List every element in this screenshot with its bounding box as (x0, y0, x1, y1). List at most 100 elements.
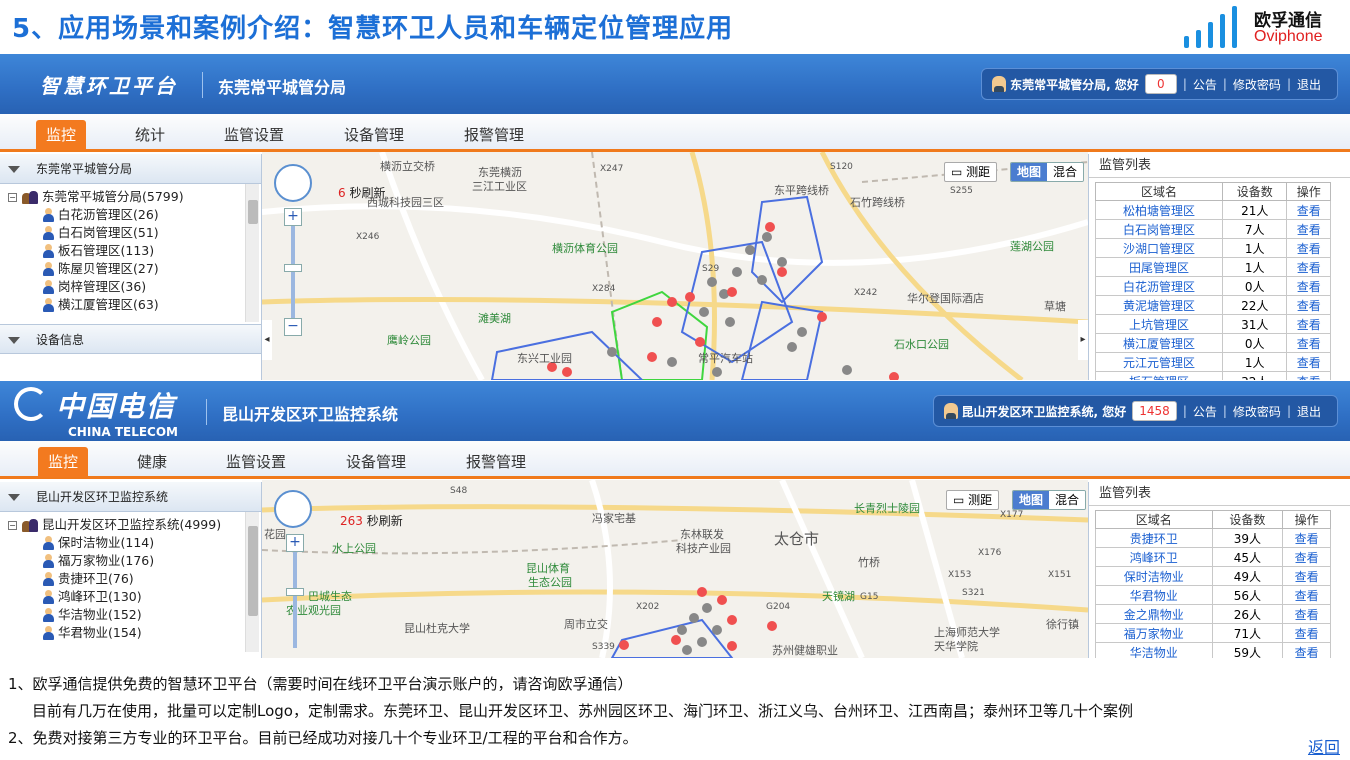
zone-link[interactable]: 贵捷环卫 (1130, 532, 1178, 546)
zone-cell[interactable]: 白石岗管理区 (1094, 219, 1224, 239)
action-cell[interactable]: 查看 (1286, 200, 1331, 220)
zone-link[interactable]: 元江元管理区 (1123, 356, 1195, 370)
collapse-icon[interactable]: − (8, 520, 17, 530)
zone-link[interactable]: 保时洁物业 (1124, 570, 1184, 584)
zone-link[interactable]: 金之鼎物业 (1124, 608, 1184, 622)
tab-statistics[interactable]: 统计 (120, 120, 180, 150)
zone-cell[interactable]: 横江厦管理区 (1094, 333, 1224, 353)
zone-link[interactable]: 上坑管理区 (1129, 318, 1189, 332)
action-cell[interactable]: 查看 (1286, 295, 1331, 315)
tab-health[interactable]: 健康 (122, 447, 182, 477)
tree-item[interactable]: 陈屋贝管理区(27) (8, 260, 261, 278)
map-type-hybrid[interactable]: 混合 (1047, 163, 1084, 181)
tree-root[interactable]: − 昆山开发区环卫监控系统(4999) (8, 516, 261, 534)
action-cell[interactable]: 查看 (1282, 566, 1331, 586)
zone-link[interactable]: 华洁物业 (1130, 646, 1178, 659)
view-link[interactable]: 查看 (1297, 223, 1321, 237)
tab-alarm-management[interactable]: 报警管理 (454, 120, 534, 150)
zone-cell[interactable]: 鸿峰环卫 (1095, 547, 1213, 567)
view-link[interactable]: 查看 (1295, 532, 1319, 546)
tree-header[interactable]: 东莞常平城管分局 (0, 154, 261, 184)
action-cell[interactable]: 查看 (1286, 352, 1331, 372)
zone-link[interactable]: 松柏塘管理区 (1123, 204, 1195, 218)
zone-cell[interactable]: 贵捷环卫 (1095, 528, 1213, 548)
tab-device-management[interactable]: 设备管理 (336, 447, 416, 477)
view-link[interactable]: 查看 (1297, 280, 1321, 294)
zone-link[interactable]: 沙湖口管理区 (1123, 242, 1195, 256)
view-link[interactable]: 查看 (1297, 204, 1321, 218)
action-cell[interactable]: 查看 (1282, 528, 1331, 548)
notice-link[interactable]: 公告 (1193, 403, 1217, 420)
view-link[interactable]: 查看 (1297, 318, 1321, 332)
logout-link[interactable]: 退出 (1297, 403, 1321, 420)
zone-cell[interactable]: 白花沥管理区 (1094, 276, 1224, 296)
alarm-count[interactable]: 1458 (1132, 401, 1177, 421)
tree-item[interactable]: 华君物业(154) (8, 624, 261, 642)
change-password-link[interactable]: 修改密码 (1233, 403, 1281, 420)
zone-link[interactable]: 黄泥塘管理区 (1123, 299, 1195, 313)
zone-cell[interactable]: 松柏塘管理区 (1094, 200, 1224, 220)
tab-monitor[interactable]: 监控 (38, 447, 88, 477)
collapse-icon[interactable]: − (8, 192, 17, 202)
zoom-out-button[interactable]: − (284, 318, 302, 336)
logout-link[interactable]: 退出 (1297, 76, 1321, 93)
map-type-map[interactable]: 地图 (1011, 163, 1048, 181)
zone-link[interactable]: 鸿峰环卫 (1130, 551, 1178, 565)
zoom-in-button[interactable]: + (284, 208, 302, 226)
pan-control-icon[interactable] (274, 164, 312, 202)
tree-item[interactable]: 白石岗管理区(51) (8, 224, 261, 242)
action-cell[interactable]: 查看 (1282, 604, 1331, 624)
tree-header[interactable]: 昆山开发区环卫监控系统 (0, 482, 261, 512)
action-cell[interactable]: 查看 (1286, 238, 1331, 258)
action-cell[interactable]: 查看 (1286, 257, 1331, 277)
view-link[interactable]: 查看 (1297, 242, 1321, 256)
zone-link[interactable]: 田尾管理区 (1129, 261, 1189, 275)
view-link[interactable]: 查看 (1297, 261, 1321, 275)
view-link[interactable]: 查看 (1297, 299, 1321, 313)
map-view[interactable]: 横沥立交桥 东莞横沥 三江工业区 西城科技园三区 东平跨线桥 石竹跨线桥 横沥体… (262, 152, 1088, 380)
zone-cell[interactable]: 元江元管理区 (1094, 352, 1224, 372)
tree-item[interactable]: 白花沥管理区(26) (8, 206, 261, 224)
action-cell[interactable]: 查看 (1286, 276, 1331, 296)
zone-link[interactable]: 白花沥管理区 (1123, 280, 1195, 294)
zone-link[interactable]: 华君物业 (1130, 589, 1178, 603)
action-cell[interactable]: 查看 (1282, 642, 1331, 658)
zone-cell[interactable]: 沙湖口管理区 (1094, 238, 1224, 258)
map-type-hybrid[interactable]: 混合 (1049, 491, 1086, 509)
tab-alarm-management[interactable]: 报警管理 (456, 447, 536, 477)
action-cell[interactable]: 查看 (1286, 371, 1331, 380)
view-link[interactable]: 查看 (1297, 337, 1321, 351)
alarm-count[interactable]: 0 (1144, 74, 1177, 94)
zone-cell[interactable]: 福万家物业 (1095, 623, 1213, 643)
tree-item[interactable]: 华洁物业(152) (8, 606, 261, 624)
collapse-left-icon[interactable]: ◂ (262, 320, 272, 360)
view-link[interactable]: 查看 (1295, 627, 1319, 641)
zone-cell[interactable]: 金之鼎物业 (1095, 604, 1213, 624)
tree-item[interactable]: 贵捷环卫(76) (8, 570, 261, 588)
zone-cell[interactable]: 华洁物业 (1095, 642, 1213, 659)
measure-distance-button[interactable]: ▭ 测距 (944, 162, 998, 182)
zoom-slider-handle[interactable] (286, 588, 304, 596)
zone-cell[interactable]: 保时洁物业 (1095, 566, 1213, 586)
pan-control-icon[interactable] (274, 490, 312, 528)
map-view[interactable]: 冯家宅基 东林联发 科技产业园 太仓市 长青烈士陵园 水上公园 昆山体育 生态公… (262, 480, 1088, 658)
action-cell[interactable]: 查看 (1282, 585, 1331, 605)
tree-item[interactable]: 福万家物业(176) (8, 552, 261, 570)
collapse-right-icon[interactable]: ▸ (1078, 320, 1088, 360)
tree-scrollbar[interactable] (245, 184, 259, 322)
tab-device-management[interactable]: 设备管理 (334, 120, 414, 150)
zone-cell[interactable]: 田尾管理区 (1094, 257, 1224, 277)
zoom-in-button[interactable]: + (286, 534, 304, 552)
action-cell[interactable]: 查看 (1282, 547, 1331, 567)
tree-root[interactable]: − 东莞常平城管分局(5799) (8, 188, 261, 206)
notice-link[interactable]: 公告 (1193, 76, 1217, 93)
zone-cell[interactable]: 黄泥塘管理区 (1094, 295, 1224, 315)
measure-distance-button[interactable]: ▭ 测距 (946, 490, 1000, 510)
device-info-header[interactable]: 设备信息 (0, 324, 261, 354)
tree-item[interactable]: 横江厦管理区(63) (8, 296, 261, 314)
view-link[interactable]: 查看 (1295, 608, 1319, 622)
view-link[interactable]: 查看 (1295, 570, 1319, 584)
tree-item[interactable]: 板石管理区(113) (8, 242, 261, 260)
action-cell[interactable]: 查看 (1286, 314, 1331, 334)
action-cell[interactable]: 查看 (1286, 333, 1331, 353)
